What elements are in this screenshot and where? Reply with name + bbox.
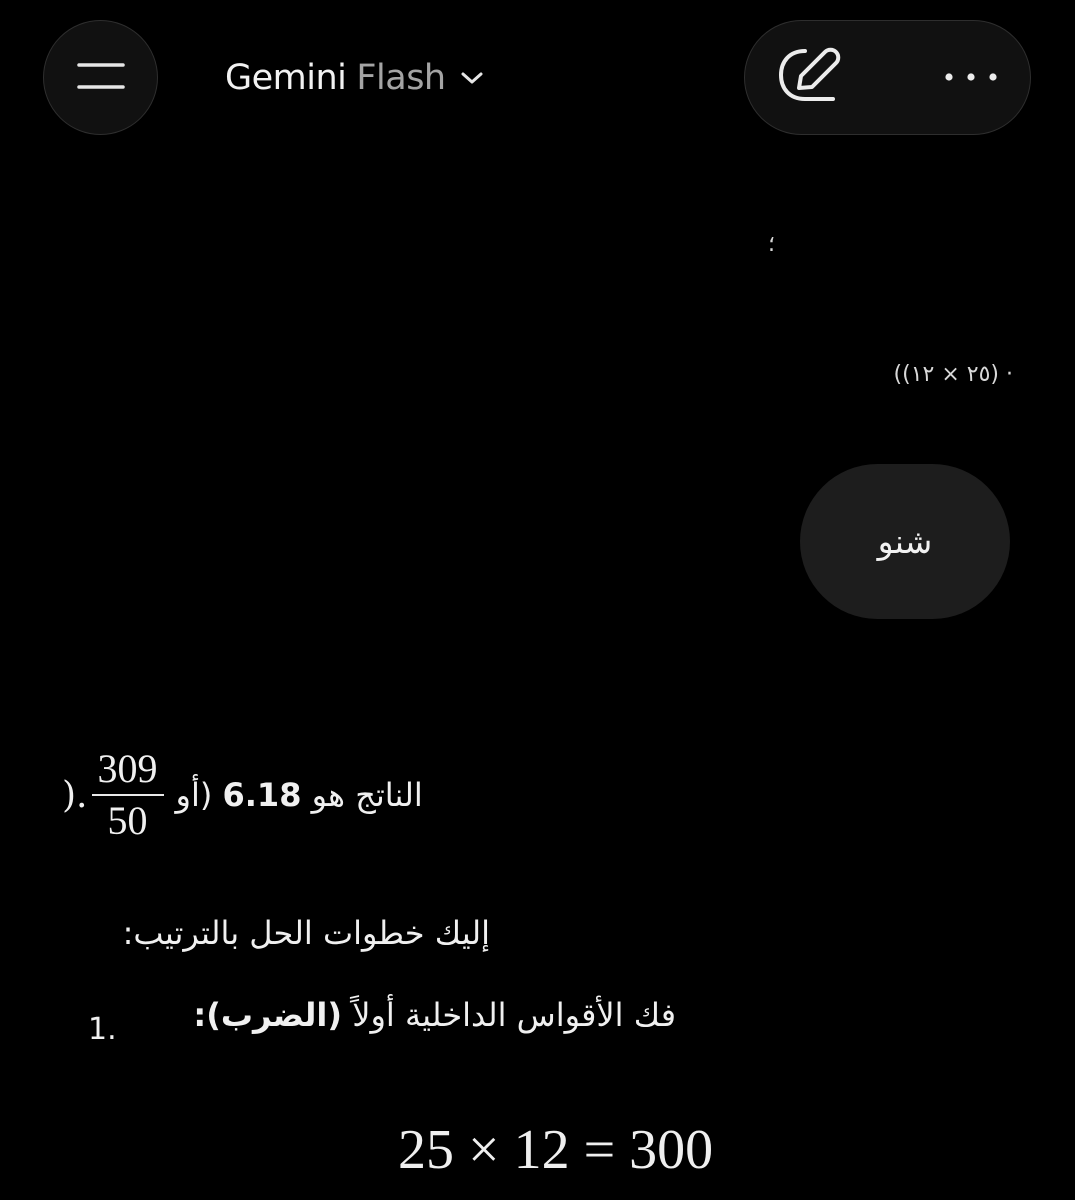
step-text: فك الأقواس الداخلية أولاً (الضرب): bbox=[193, 996, 676, 1034]
fraction: 309 50 bbox=[91, 744, 164, 846]
step-number: 1. bbox=[88, 1012, 117, 1047]
edit-pencil-icon bbox=[775, 44, 845, 110]
fraction-denominator: 50 bbox=[107, 798, 148, 843]
close-paren: ). bbox=[62, 774, 88, 816]
previous-message-fragment: ؛ bbox=[768, 232, 775, 257]
equation: 25 × 12 = 300 bbox=[398, 1119, 714, 1181]
more-horizontal-icon bbox=[943, 68, 999, 87]
previous-expression-fragment: ((٢٥ × ١٢) · bbox=[893, 362, 1013, 387]
result-prefix: الناتج هو bbox=[301, 776, 423, 814]
more-options-button[interactable] bbox=[931, 51, 1011, 103]
model-name: Gemini bbox=[225, 58, 347, 98]
user-message-bubble: شنو bbox=[800, 464, 1010, 619]
result-or: (أو bbox=[175, 776, 223, 814]
response-result-line: ). 309 50 الناتج هو 6.18 (أو bbox=[62, 740, 423, 850]
step-text-main: فك الأقواس الداخلية أولاً bbox=[342, 996, 676, 1034]
hamburger-menu-icon bbox=[76, 61, 125, 95]
steps-intro: إليك خطوات الحل بالترتيب: bbox=[122, 914, 490, 952]
menu-button[interactable] bbox=[43, 20, 158, 135]
model-tier: Flash bbox=[356, 58, 446, 98]
chevron-down-icon bbox=[460, 70, 484, 86]
new-chat-button[interactable] bbox=[775, 44, 845, 110]
result-text: الناتج هو 6.18 (أو bbox=[176, 776, 423, 814]
fraction-numerator: 309 bbox=[97, 746, 158, 791]
list-item: 1. فك الأقواس الداخلية أولاً (الضرب): bbox=[88, 990, 688, 1050]
header-actions bbox=[744, 20, 1031, 135]
model-picker[interactable]: Gemini Flash bbox=[225, 50, 484, 106]
user-message-text: شنو bbox=[877, 522, 933, 561]
step-text-bold: (الضرب): bbox=[193, 996, 343, 1034]
result-value: 6.18 bbox=[222, 776, 302, 814]
